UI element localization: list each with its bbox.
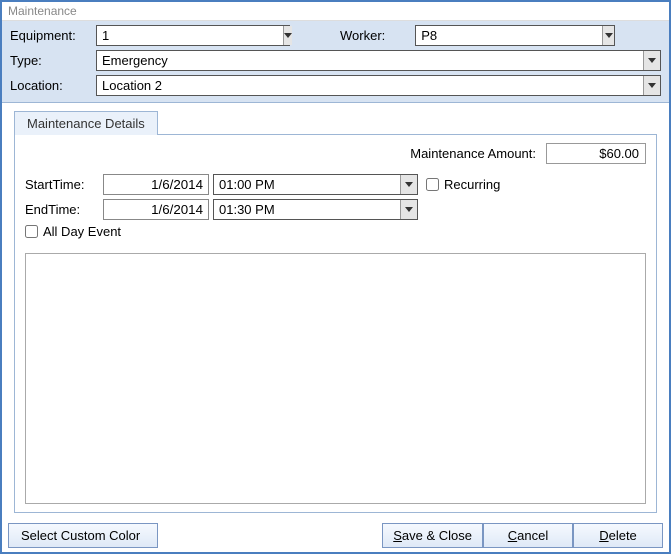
- start-date-input[interactable]: [103, 174, 209, 195]
- type-combo[interactable]: [96, 50, 661, 71]
- location-combo[interactable]: [96, 75, 661, 96]
- equipment-input[interactable]: [97, 26, 283, 45]
- end-time-input[interactable]: [214, 200, 400, 219]
- allday-checkbox[interactable]: [25, 225, 38, 238]
- allday-checkbox-wrap[interactable]: All Day Event: [25, 224, 121, 239]
- equipment-dropdown-button[interactable]: [283, 26, 292, 45]
- equipment-label: Equipment:: [10, 28, 96, 43]
- select-custom-color-button[interactable]: Select Custom Color: [8, 523, 158, 548]
- end-time-dropdown-button[interactable]: [400, 200, 417, 219]
- chevron-down-icon: [605, 33, 613, 38]
- footer-toolbar: Select Custom Color Save & Close Cancel …: [2, 519, 669, 552]
- chevron-down-icon: [405, 207, 413, 212]
- location-label: Location:: [10, 78, 96, 93]
- worker-input[interactable]: [416, 26, 602, 45]
- start-time-combo[interactable]: [213, 174, 418, 195]
- end-label: EndTime:: [25, 202, 103, 217]
- amount-value[interactable]: $60.00: [546, 143, 646, 164]
- start-label: StartTime:: [25, 177, 103, 192]
- end-date-input[interactable]: [103, 199, 209, 220]
- amount-label: Maintenance Amount:: [410, 146, 536, 161]
- type-input[interactable]: [97, 51, 643, 70]
- equipment-combo[interactable]: [96, 25, 290, 46]
- worker-label: Worker:: [340, 28, 385, 43]
- header-form: Equipment: Worker: Type:: [2, 21, 669, 103]
- start-time-input[interactable]: [214, 175, 400, 194]
- content-area: Maintenance Details Maintenance Amount: …: [2, 103, 669, 519]
- chevron-down-icon: [405, 182, 413, 187]
- recurring-checkbox[interactable]: [426, 178, 439, 191]
- worker-dropdown-button[interactable]: [602, 26, 614, 45]
- type-label: Type:: [10, 53, 96, 68]
- notes-textarea[interactable]: [25, 253, 646, 504]
- cancel-button[interactable]: Cancel: [483, 523, 573, 548]
- tab-maintenance-details[interactable]: Maintenance Details: [14, 111, 158, 135]
- chevron-down-icon: [284, 33, 292, 38]
- end-time-combo[interactable]: [213, 199, 418, 220]
- chevron-down-icon: [648, 58, 656, 63]
- location-dropdown-button[interactable]: [643, 76, 660, 95]
- location-input[interactable]: [97, 76, 643, 95]
- recurring-checkbox-wrap[interactable]: Recurring: [426, 177, 500, 192]
- maintenance-window: Maintenance Equipment: Worker: Type:: [0, 0, 671, 554]
- allday-label: All Day Event: [43, 224, 121, 239]
- start-time-dropdown-button[interactable]: [400, 175, 417, 194]
- delete-button[interactable]: Delete: [573, 523, 663, 548]
- chevron-down-icon: [648, 83, 656, 88]
- worker-combo[interactable]: [415, 25, 615, 46]
- window-title: Maintenance: [2, 2, 669, 21]
- type-dropdown-button[interactable]: [643, 51, 660, 70]
- recurring-label: Recurring: [444, 177, 500, 192]
- save-close-button[interactable]: Save & Close: [382, 523, 483, 548]
